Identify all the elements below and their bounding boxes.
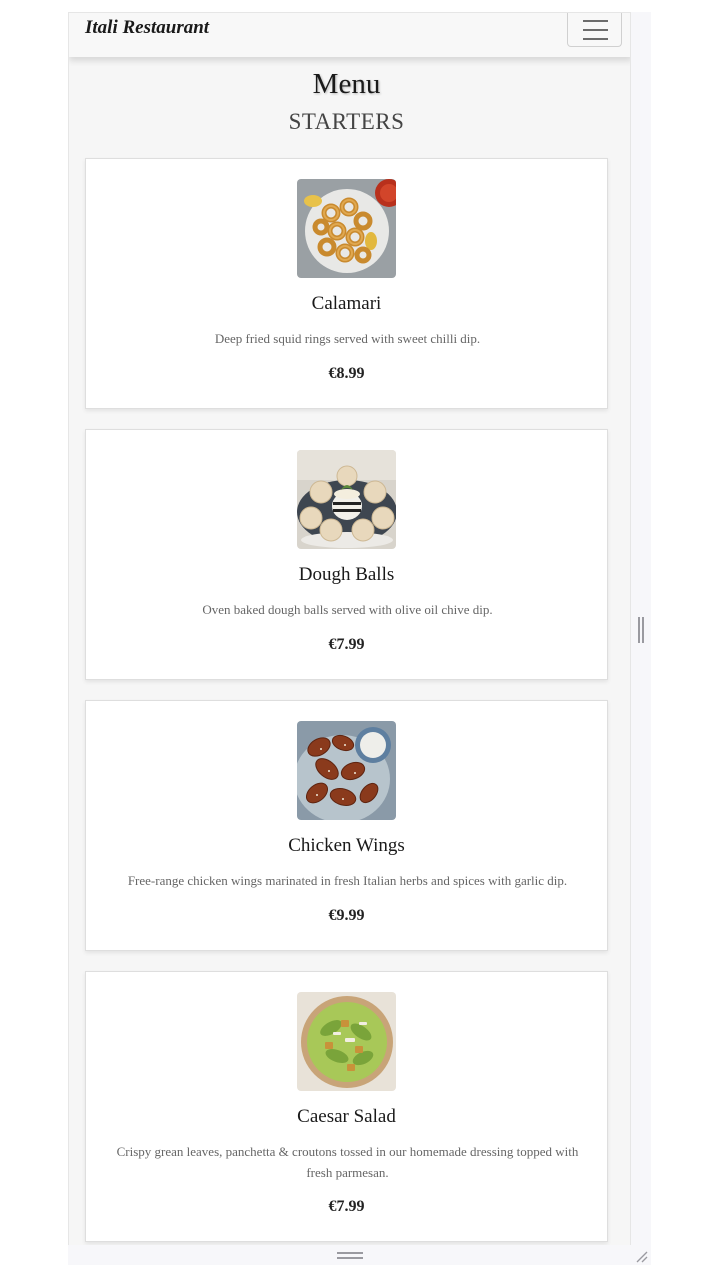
hamburger-line — [583, 29, 608, 31]
navbar: Itali Restaurant — [69, 13, 630, 57]
item-name: Calamari — [311, 293, 382, 314]
item-name: Dough Balls — [298, 564, 395, 585]
brand-link[interactable]: Itali Restaurant — [85, 17, 209, 39]
menu-item-card: Dough Balls Oven baked dough balls serve… — [85, 429, 608, 680]
dough-balls-photo — [297, 450, 396, 549]
hamburger-menu-icon — [583, 20, 608, 22]
menu-item-card: Caesar Salad Crispy grean leaves, panche… — [85, 971, 608, 1242]
item-price: €7.99 — [328, 1198, 365, 1215]
section-title: STARTERS — [288, 109, 405, 134]
item-name: Caesar Salad — [297, 1106, 396, 1127]
calamari-photo — [297, 179, 396, 278]
navbar-toggle-button[interactable] — [567, 13, 622, 47]
item-price: €7.99 — [328, 636, 365, 653]
menu-item-card: Calamari Deep fried squid rings served w… — [85, 158, 608, 409]
mobile-viewport: Itali Restaurant Menu STARTERS Calamari … — [68, 12, 631, 1245]
menu-item-card: Chicken Wings Free-range chicken wings m… — [85, 700, 608, 951]
resize-grip-icon[interactable] — [634, 1249, 648, 1263]
vertical-drag-handle[interactable] — [638, 617, 644, 643]
item-price: €8.99 — [328, 365, 365, 382]
item-price: €9.99 — [328, 907, 365, 924]
caesar-salad-photo — [297, 992, 396, 1091]
hamburger-line — [583, 38, 608, 40]
page-title: Menu — [312, 68, 381, 100]
item-name: Chicken Wings — [288, 835, 405, 856]
item-description: Free-range chicken wings marinated in fr… — [127, 873, 568, 888]
item-description: Deep fried squid rings served with sweet… — [214, 331, 481, 346]
item-description: Crispy grean leaves, panchetta & crouton… — [116, 1144, 579, 1180]
chicken-wings-photo — [297, 721, 396, 820]
horizontal-drag-handle[interactable] — [337, 1252, 363, 1259]
item-description: Oven baked dough balls served with olive… — [202, 602, 493, 617]
